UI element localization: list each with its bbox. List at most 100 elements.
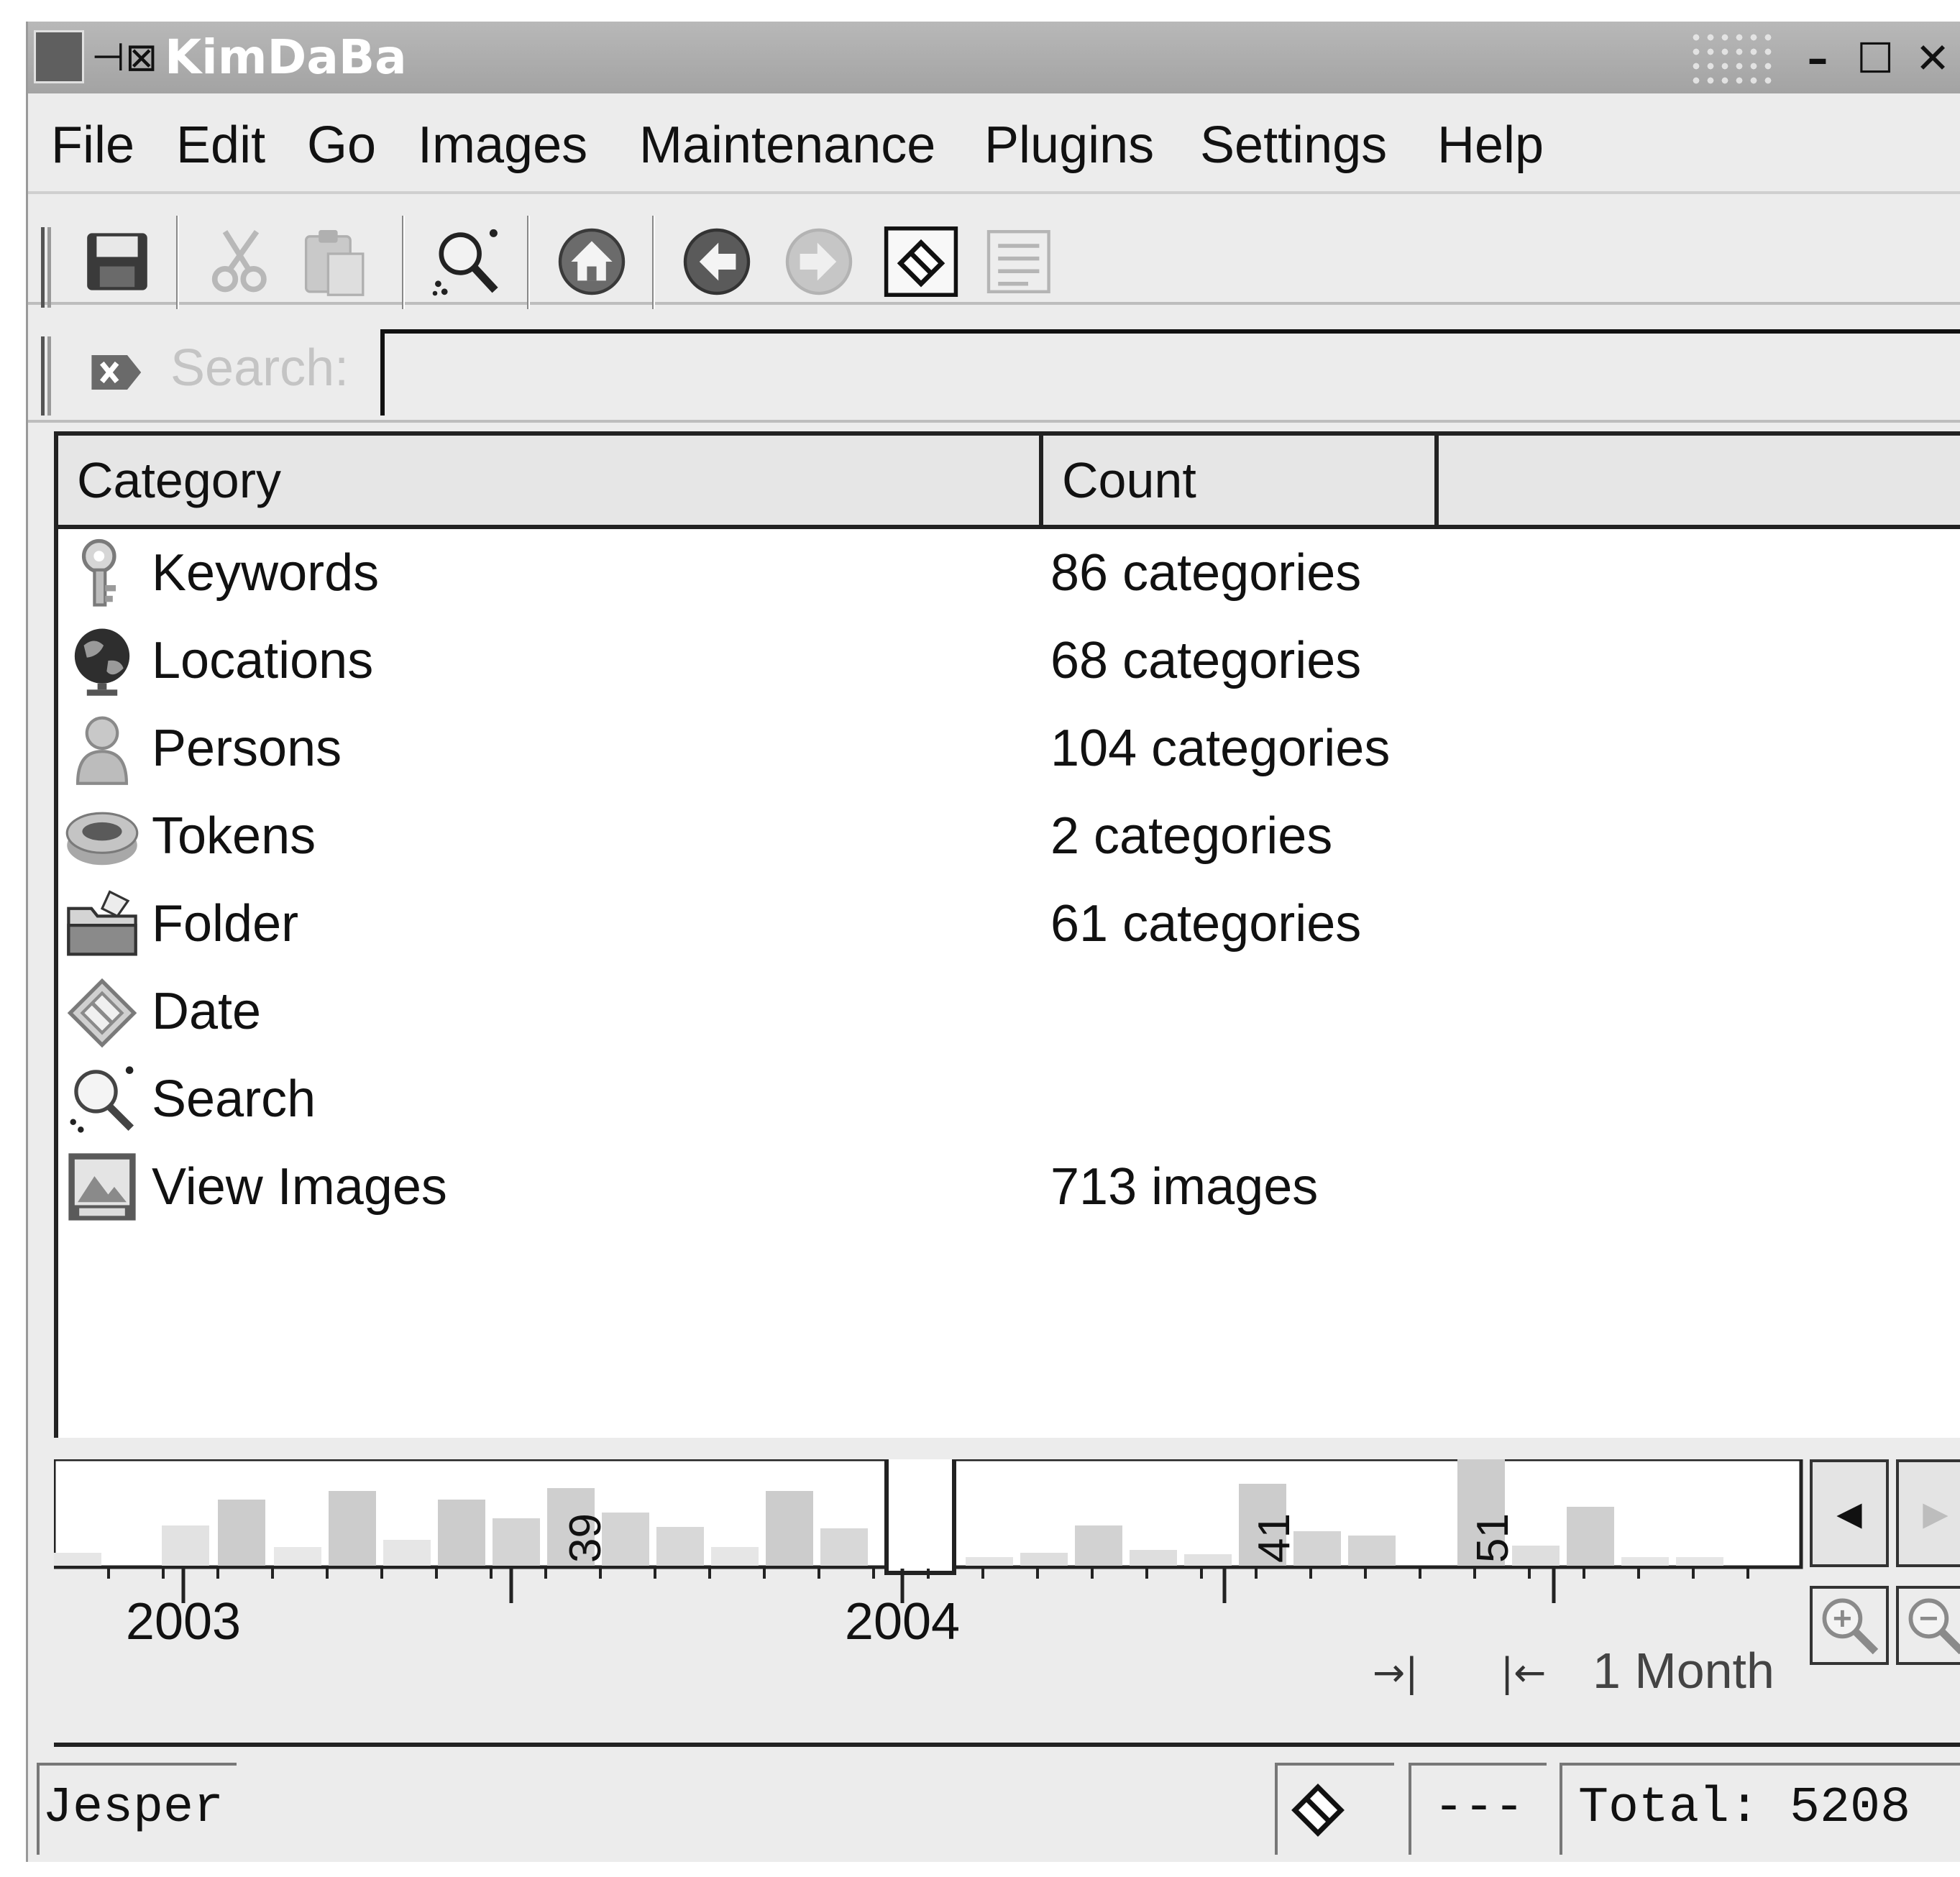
menu-file[interactable]: File xyxy=(51,115,134,175)
list-header: Category Count xyxy=(58,436,1960,529)
menu-edit[interactable]: Edit xyxy=(176,115,265,175)
keywords-icon xyxy=(64,535,140,611)
status-middle: --- xyxy=(1409,1763,1547,1855)
category-count: 61 categories xyxy=(1050,895,1362,953)
date-button[interactable] xyxy=(878,219,964,305)
zoom-out-button[interactable] xyxy=(1896,1586,1960,1665)
pin-icon[interactable]: ⊣⊠ xyxy=(91,35,157,81)
column-header-count[interactable]: Count xyxy=(1043,436,1439,525)
save-icon xyxy=(87,233,147,290)
list-item-folder[interactable]: Folder 61 categories xyxy=(58,881,1960,968)
folder-icon xyxy=(64,886,140,962)
date-bar: 39 41 51 2003 2004 ◀ ▶ →| |← 1 Month xyxy=(54,1459,1960,1747)
search-button[interactable] xyxy=(423,219,510,305)
person-icon xyxy=(64,710,140,786)
list-item-keywords[interactable]: Keywords 86 categories xyxy=(58,531,1960,617)
toolbar-separator xyxy=(402,216,405,309)
bar-label: 51 xyxy=(1468,1513,1518,1563)
bar-label: 39 xyxy=(561,1513,610,1563)
list-item-search[interactable]: Search xyxy=(58,1057,1960,1143)
menu-plugins[interactable]: Plugins xyxy=(984,115,1154,175)
list-item-date[interactable]: Date xyxy=(58,969,1960,1055)
minimize-button[interactable]: – xyxy=(1797,37,1838,79)
search-bar: Search: xyxy=(28,308,1960,423)
category-count: 713 images xyxy=(1050,1158,1319,1216)
back-icon xyxy=(683,228,751,295)
list-item-tokens[interactable]: Tokens 2 categories xyxy=(58,794,1960,880)
scroll-left-button[interactable]: ◀ xyxy=(1810,1459,1889,1567)
status-user: Jesper xyxy=(37,1763,237,1855)
category-count: 86 categories xyxy=(1050,544,1362,602)
category-name: Tokens xyxy=(152,807,316,865)
category-count: 2 categories xyxy=(1050,807,1333,865)
column-header-category[interactable]: Category xyxy=(58,436,1043,525)
menu-bar: File Edit Go Images Maintenance Plugins … xyxy=(28,93,1960,194)
window-title: KimDaBa xyxy=(165,29,407,85)
home-button[interactable] xyxy=(549,219,635,305)
toolbar-separator xyxy=(527,216,530,309)
maximize-button[interactable]: ☐ xyxy=(1854,37,1896,79)
globe-icon xyxy=(64,623,140,699)
category-name: Locations xyxy=(152,632,374,689)
list-item-view-images[interactable]: View Images 713 images xyxy=(58,1144,1960,1231)
scroll-right-button[interactable]: ▶ xyxy=(1896,1459,1960,1567)
category-name: Date xyxy=(152,983,262,1040)
searchbar-grip[interactable] xyxy=(41,336,51,416)
cut-icon xyxy=(211,229,267,293)
menu-maintenance[interactable]: Maintenance xyxy=(639,115,935,175)
search-icon xyxy=(432,229,498,296)
zoom-in-button[interactable] xyxy=(1810,1586,1889,1665)
category-name: Search xyxy=(152,1070,316,1128)
list-view-icon xyxy=(986,230,1050,293)
menu-go[interactable]: Go xyxy=(307,115,376,175)
category-list: Category Count Keywords 86 categories Lo… xyxy=(54,431,1960,1438)
category-name: Keywords xyxy=(152,544,380,602)
date-icon xyxy=(64,973,140,1050)
forward-button[interactable] xyxy=(776,219,862,305)
menu-images[interactable]: Images xyxy=(418,115,587,175)
main-window: ⊣⊠ KimDaBa – ☐ ✕ File Edit Go Images Mai… xyxy=(26,22,1960,1862)
close-button[interactable]: ✕ xyxy=(1912,37,1954,79)
year-label-2003: 2003 xyxy=(126,1593,241,1646)
category-count: 68 categories xyxy=(1050,632,1362,689)
menu-help[interactable]: Help xyxy=(1437,115,1544,175)
back-button[interactable] xyxy=(674,219,760,305)
category-name: Persons xyxy=(152,720,342,777)
view-images-icon xyxy=(64,1149,140,1225)
category-name: Folder xyxy=(152,895,299,953)
date-histogram[interactable]: 39 41 51 2003 2004 xyxy=(54,1459,1808,1646)
toolbar xyxy=(28,197,1960,309)
app-icon[interactable] xyxy=(34,30,84,83)
range-arrow-right-icon: →| xyxy=(1373,1650,1419,1695)
title-bar[interactable]: ⊣⊠ KimDaBa – ☐ ✕ xyxy=(28,22,1960,93)
save-button[interactable] xyxy=(74,219,160,305)
list-item-locations[interactable]: Locations 68 categories xyxy=(58,618,1960,705)
bar-label: 41 xyxy=(1250,1513,1299,1563)
paste-button[interactable] xyxy=(290,219,376,305)
toolbar-separator xyxy=(176,216,179,309)
category-name: View Images xyxy=(152,1158,447,1216)
forward-icon xyxy=(785,228,853,295)
tokens-icon xyxy=(64,798,140,874)
cut-button[interactable] xyxy=(198,219,284,305)
toolbar-separator xyxy=(652,216,655,309)
home-icon xyxy=(558,228,626,295)
year-label-2004: 2004 xyxy=(845,1593,960,1646)
column-header-filler xyxy=(1439,436,1960,525)
status-date-indicator[interactable] xyxy=(1275,1763,1394,1855)
range-arrow-left-icon: |← xyxy=(1501,1650,1547,1695)
titlebar-decoration xyxy=(1689,30,1775,85)
status-bar: Jesper --- Total: 5208 xyxy=(28,1754,1960,1862)
date-icon xyxy=(1291,1784,1345,1837)
triangle-left-icon: ◀ xyxy=(1836,1494,1862,1533)
menu-settings[interactable]: Settings xyxy=(1200,115,1387,175)
search-icon xyxy=(64,1061,140,1137)
toolbar-grip[interactable] xyxy=(41,227,51,308)
search-input[interactable] xyxy=(380,329,1960,416)
list-item-persons[interactable]: Persons 104 categories xyxy=(58,706,1960,792)
status-total: Total: 5208 xyxy=(1560,1763,1960,1855)
list-view-button[interactable] xyxy=(977,219,1063,305)
clear-search-icon[interactable] xyxy=(87,344,145,401)
paste-icon xyxy=(304,230,365,296)
resolution-label: 1 Month xyxy=(1593,1643,1774,1699)
